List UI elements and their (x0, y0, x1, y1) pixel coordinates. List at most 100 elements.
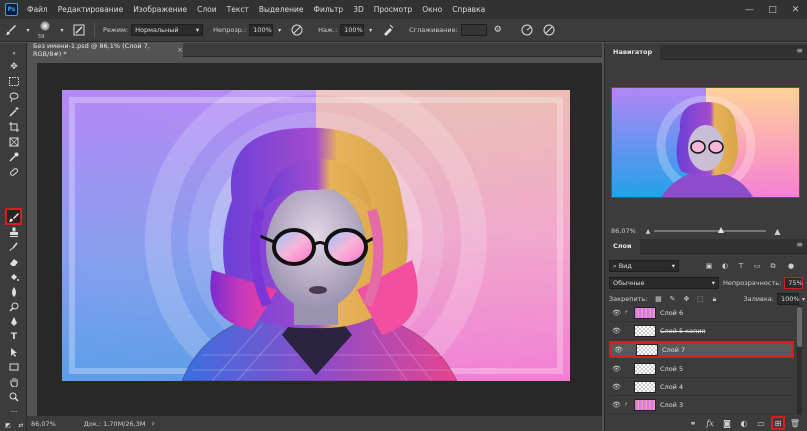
menu-help[interactable]: Справка (447, 0, 490, 19)
layers-scrollbar[interactable] (797, 305, 802, 415)
flow-input[interactable]: 100% (340, 24, 365, 36)
pressure-size-icon[interactable] (541, 22, 557, 38)
status-arrow-icon[interactable]: › (151, 419, 154, 428)
menu-image[interactable]: Изображение (128, 0, 192, 19)
frame-tool-icon[interactable] (7, 135, 21, 148)
layers-tab[interactable]: Слои (605, 239, 640, 254)
filter-toggle-icon[interactable]: ● (785, 260, 797, 272)
brush-preset-picker[interactable]: 59 (37, 21, 53, 40)
new-layer-icon[interactable]: ⊞ (771, 416, 785, 430)
layer-row[interactable]: 👁︎ Слой 5 копия (609, 323, 794, 340)
blur-tool-icon[interactable] (7, 285, 21, 298)
pressure-opacity-icon[interactable] (289, 22, 305, 38)
mode-select[interactable]: Нормальный ▾ (131, 24, 204, 36)
smoothing-input[interactable] (460, 24, 487, 36)
visibility-eye-icon[interactable]: 👁︎ (609, 401, 624, 409)
lock-image-icon[interactable]: ✎ (667, 294, 677, 304)
chevron-down-icon[interactable]: ▾ (59, 22, 65, 38)
layer-opacity-input[interactable]: 75% (784, 277, 804, 289)
move-tool-icon[interactable]: ✥ (7, 60, 21, 73)
layer-row[interactable]: 👁︎ Слой 4 (609, 379, 794, 396)
menu-filter[interactable]: Фильтр (309, 0, 349, 19)
rectangle-tool-icon[interactable] (7, 360, 21, 373)
more-tools-icon[interactable]: ··· (7, 405, 21, 418)
status-zoom[interactable]: 86,07% (31, 420, 56, 428)
crop-tool-icon[interactable] (7, 120, 21, 133)
fill-input[interactable]: 100% (776, 293, 800, 305)
panel-menu-icon[interactable]: ≡ (796, 240, 803, 249)
paint-bucket-icon[interactable] (7, 270, 21, 283)
add-mask-icon[interactable]: ◙ (720, 416, 734, 430)
lock-position-icon[interactable]: ✥ (681, 294, 691, 304)
panel-menu-icon[interactable]: ≡ (796, 46, 803, 55)
toolbox-collapse-icon[interactable]: » (7, 47, 21, 60)
zoom-tool-icon[interactable] (7, 390, 21, 403)
maximize-button[interactable]: □ (761, 0, 784, 19)
chevron-down-icon[interactable]: ▾ (276, 22, 283, 38)
filter-adjustment-icon[interactable]: ◐ (719, 260, 731, 272)
layer-filter-select[interactable]: ⌕ Вид ▾ (609, 260, 679, 272)
swap-colors-icon[interactable]: ⇄ (16, 419, 26, 431)
menu-window[interactable]: Окно (417, 0, 447, 19)
chevron-down-icon[interactable]: ▾ (367, 22, 374, 38)
navigator-tab[interactable]: Навигатор (605, 45, 661, 60)
default-colors-icon[interactable]: ◩ (3, 419, 13, 431)
scrollbar-thumb[interactable] (797, 307, 802, 347)
visibility-eye-icon[interactable]: 👁︎ (609, 327, 624, 335)
layer-row-selected[interactable]: 👁︎ Слой 7 (609, 341, 794, 358)
document-tab[interactable]: Без имени-1.psd @ 86,1% (Слой 7, RGB/8#)… (27, 42, 183, 58)
menu-view[interactable]: Просмотр (369, 0, 418, 19)
menu-type[interactable]: Текст (222, 0, 254, 19)
filter-type-icon[interactable]: T (735, 260, 747, 272)
layer-row[interactable]: 👁︎ Слой 5 (609, 361, 794, 378)
eyedropper-tool-icon[interactable] (7, 150, 21, 163)
navigator-thumbnail[interactable] (611, 87, 800, 198)
new-group-icon[interactable]: ▭ (754, 416, 768, 430)
visibility-eye-icon[interactable]: 👁︎ (609, 383, 624, 391)
adjustment-layer-icon[interactable]: ◐ (737, 416, 751, 430)
marquee-tool-icon[interactable] (7, 75, 21, 88)
link-layers-icon[interactable]: ⚭ (686, 416, 700, 430)
brush-tool-preset-icon[interactable] (3, 22, 19, 38)
canvas-area[interactable] (37, 63, 602, 416)
clone-stamp-icon[interactable] (7, 225, 21, 238)
close-icon[interactable]: × (177, 46, 183, 54)
brush-settings-panel-icon[interactable] (71, 22, 87, 38)
blend-mode-select[interactable]: Обычные ▾ (609, 277, 719, 289)
lock-transparent-icon[interactable]: ▦ (653, 294, 663, 304)
path-selection-icon[interactable] (7, 345, 21, 358)
menu-layers[interactable]: Слои (192, 0, 222, 19)
close-button[interactable]: ✕ (784, 0, 807, 19)
healing-brush-icon[interactable] (7, 165, 21, 178)
chevron-down-icon[interactable]: ▾ (802, 296, 805, 303)
zoom-out-icon[interactable]: ▲ (646, 228, 651, 235)
opacity-input[interactable]: 100% (249, 24, 274, 36)
menu-3d[interactable]: 3D (348, 0, 369, 19)
document-image[interactable] (62, 90, 570, 381)
hand-tool-icon[interactable] (7, 375, 21, 388)
slider-thumb[interactable] (718, 227, 725, 233)
magic-wand-icon[interactable] (7, 105, 21, 118)
filter-pixel-icon[interactable]: ▣ (703, 260, 715, 272)
eraser-tool-icon[interactable] (7, 255, 21, 268)
menu-edit[interactable]: Редактирование (53, 0, 128, 19)
trash-icon[interactable]: 🗑︎ (788, 416, 802, 430)
chevron-down-icon[interactable]: ▾ (25, 22, 31, 38)
filter-shape-icon[interactable]: ▭ (751, 260, 763, 272)
history-brush-icon[interactable] (7, 240, 21, 253)
brush-angle-icon[interactable] (519, 22, 535, 38)
menu-file[interactable]: Файл (22, 0, 53, 19)
layer-row[interactable]: 👁︎ ↱ Слой 6 (609, 305, 794, 322)
minimize-button[interactable]: — (738, 0, 761, 19)
brush-tool-icon[interactable] (5, 208, 22, 225)
airbrush-icon[interactable] (380, 22, 396, 38)
visibility-eye-icon[interactable]: 👁︎ (611, 346, 626, 354)
lock-artboard-icon[interactable]: ⬚ (695, 294, 705, 304)
zoom-in-icon[interactable]: ▲ (774, 227, 780, 236)
navigator-zoom-slider[interactable] (654, 227, 767, 233)
pen-tool-icon[interactable] (7, 315, 21, 328)
lasso-tool-icon[interactable] (7, 90, 21, 103)
layer-style-fx-icon[interactable]: fx (703, 416, 717, 430)
navigator-zoom-value[interactable]: 86,07% (611, 227, 636, 235)
visibility-eye-icon[interactable]: 👁︎ (609, 309, 624, 317)
